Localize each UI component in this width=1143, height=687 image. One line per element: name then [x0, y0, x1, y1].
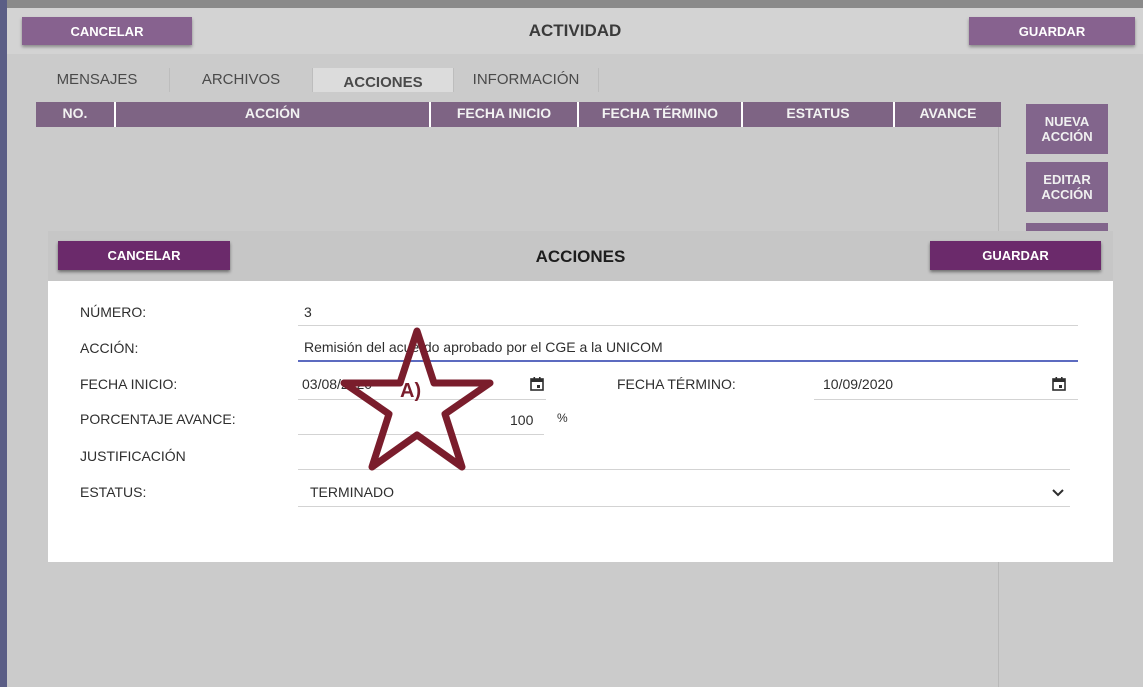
- fecha-inicio-underline: [298, 399, 546, 400]
- estatus-label: ESTATUS:: [80, 484, 147, 500]
- nueva-accion-button[interactable]: NUEVA ACCIÓN: [1026, 104, 1108, 154]
- justificacion-underline: [298, 469, 1070, 470]
- calendar-icon[interactable]: [1052, 377, 1066, 391]
- tab-bar: MENSAJES ARCHIVOS ACCIONES INFORMACIÓN: [25, 68, 599, 92]
- annotation-label: A): [400, 380, 422, 402]
- fecha-termino-field[interactable]: 10/09/2020: [823, 376, 893, 392]
- accion-underline-focused: [298, 360, 1078, 362]
- actions-grid-header: NO. ACCIÓN FECHA INICIO FECHA TÉRMINO ES…: [36, 102, 1001, 127]
- percent-unit: %: [557, 411, 568, 425]
- tab-mensajes[interactable]: MENSAJES: [25, 68, 170, 92]
- acciones-modal: CANCELAR ACCIONES GUARDAR NÚMERO: 3 ACCI…: [48, 231, 1113, 562]
- porcentaje-label: PORCENTAJE AVANCE:: [80, 411, 236, 427]
- tab-archivos[interactable]: ARCHIVOS: [170, 68, 313, 92]
- porcentaje-field[interactable]: 100: [510, 412, 533, 428]
- calendar-icon[interactable]: [530, 377, 544, 391]
- accion-field[interactable]: Remisión del acuerdo aprobado por el CGE…: [304, 339, 663, 355]
- estatus-select[interactable]: TERMINADO: [310, 484, 394, 500]
- col-accion[interactable]: ACCIÓN: [116, 102, 431, 127]
- col-fecha-inicio[interactable]: FECHA INICIO: [431, 102, 579, 127]
- tab-acciones[interactable]: ACCIONES: [313, 68, 454, 92]
- col-no[interactable]: NO.: [36, 102, 116, 127]
- fecha-inicio-label: FECHA INICIO:: [80, 376, 178, 392]
- estatus-underline: [298, 506, 1070, 507]
- fecha-termino-label: FECHA TÉRMINO:: [617, 376, 736, 392]
- modal-save-button[interactable]: GUARDAR: [930, 241, 1101, 270]
- porcentaje-underline: [298, 434, 544, 435]
- col-fecha-termino[interactable]: FECHA TÉRMINO: [579, 102, 743, 127]
- col-estatus[interactable]: ESTATUS: [743, 102, 895, 127]
- col-avance[interactable]: AVANCE: [895, 102, 1001, 127]
- window-left-border: [0, 0, 7, 687]
- tab-informacion[interactable]: INFORMACIÓN: [454, 68, 599, 92]
- fecha-inicio-field[interactable]: 03/08/2020: [302, 376, 372, 392]
- numero-field[interactable]: 3: [304, 304, 312, 320]
- fecha-termino-underline: [814, 399, 1078, 400]
- editar-accion-button[interactable]: EDITAR ACCIÓN: [1026, 162, 1108, 212]
- accion-label: ACCIÓN:: [80, 340, 139, 356]
- chevron-down-icon[interactable]: [1052, 489, 1064, 497]
- activity-save-button[interactable]: GUARDAR: [969, 17, 1135, 45]
- numero-underline: [298, 325, 1078, 326]
- numero-label: NÚMERO:: [80, 304, 147, 320]
- justificacion-label: JUSTIFICACIÓN: [80, 448, 186, 464]
